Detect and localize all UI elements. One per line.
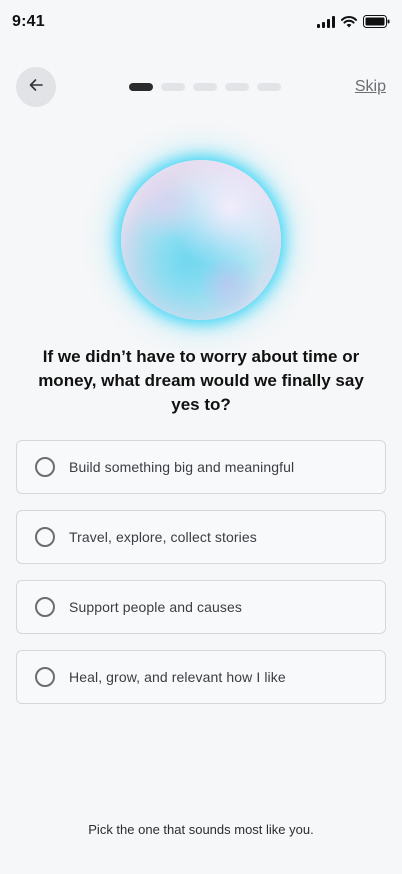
option-heal-grow[interactable]: Heal, grow, and relevant how I like [16, 650, 386, 704]
step-progress-indicator [129, 83, 281, 91]
question-heading: If we didn’t have to worry about time or… [38, 347, 364, 414]
battery-icon [363, 15, 390, 28]
option-label: Build something big and meaningful [69, 459, 295, 475]
progress-segment [225, 83, 249, 91]
wifi-icon [341, 15, 357, 28]
hint-text: Pick the one that sounds most like you. [88, 822, 314, 837]
radio-icon[interactable] [35, 457, 55, 477]
option-support-people[interactable]: Support people and causes [16, 580, 386, 634]
status-time: 9:41 [12, 13, 45, 30]
option-travel-explore[interactable]: Travel, explore, collect stories [16, 510, 386, 564]
glowing-orb-illustration [121, 160, 281, 320]
arrow-left-icon [29, 78, 43, 97]
orb [121, 160, 281, 320]
progress-segment [161, 83, 185, 91]
back-button[interactable] [16, 67, 56, 107]
radio-icon[interactable] [35, 597, 55, 617]
radio-icon[interactable] [35, 527, 55, 547]
skip-link[interactable]: Skip [355, 78, 386, 96]
option-label: Travel, explore, collect stories [69, 529, 257, 545]
radio-icon[interactable] [35, 667, 55, 687]
status-icons [317, 15, 390, 28]
cellular-signal-icon [317, 15, 335, 28]
option-label: Support people and causes [69, 599, 242, 615]
option-label: Heal, grow, and relevant how I like [69, 669, 286, 685]
progress-segment [193, 83, 217, 91]
progress-segment [129, 83, 153, 91]
option-build-something[interactable]: Build something big and meaningful [16, 440, 386, 494]
answer-options: Build something big and meaningful Trave… [16, 440, 386, 704]
progress-segment [257, 83, 281, 91]
status-bar: 9:41 [0, 0, 402, 44]
